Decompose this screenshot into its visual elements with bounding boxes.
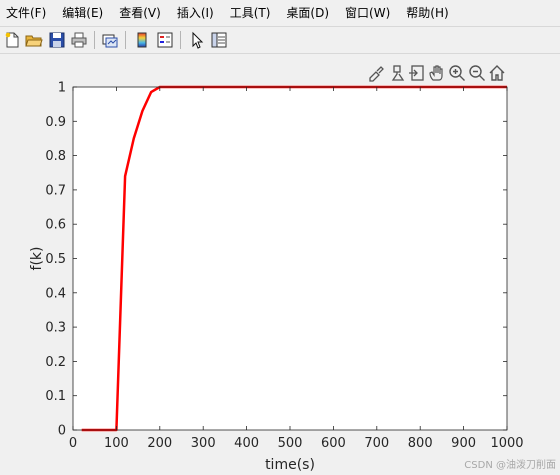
x-tick-label: 1000 [490, 436, 523, 451]
x-tick-label: 700 [364, 436, 389, 451]
y-tick-label: 0.8 [45, 149, 66, 164]
y-tick-label: 0.7 [45, 183, 66, 198]
x-tick-label: 400 [234, 436, 259, 451]
x-tick-label: 500 [278, 436, 303, 451]
y-tick-label: 0.6 [45, 218, 66, 233]
y-tick-label: 0.9 [45, 115, 66, 130]
y-tick-label: 0 [58, 424, 66, 439]
y-tick-label: 0.3 [45, 321, 66, 336]
y-tick-label: 0.5 [45, 252, 66, 267]
y-tick-label: 1 [58, 81, 66, 96]
y-tick-label: 0.2 [45, 355, 66, 370]
x-tick-label: 200 [147, 436, 172, 451]
x-tick-label: 0 [69, 436, 77, 451]
plot-area [73, 87, 507, 430]
watermark-text: CSDN @油泼刀削面 [464, 460, 556, 471]
x-tick-label: 100 [104, 436, 129, 451]
y-axis-label: f(k) [29, 247, 45, 271]
x-tick-label: 600 [321, 436, 346, 451]
y-tick-label: 0.1 [45, 389, 66, 404]
line-chart: 0 100 200 300 400 500 600 700 800 900 1000 0 0.1 0.2 0… [29, 81, 524, 474]
y-tick-label: 0.4 [45, 286, 66, 301]
x-tick-label: 800 [408, 436, 433, 451]
x-tick-label: 900 [451, 436, 476, 451]
x-axis-label: time(s) [265, 457, 315, 473]
x-tick-label: 300 [191, 436, 216, 451]
